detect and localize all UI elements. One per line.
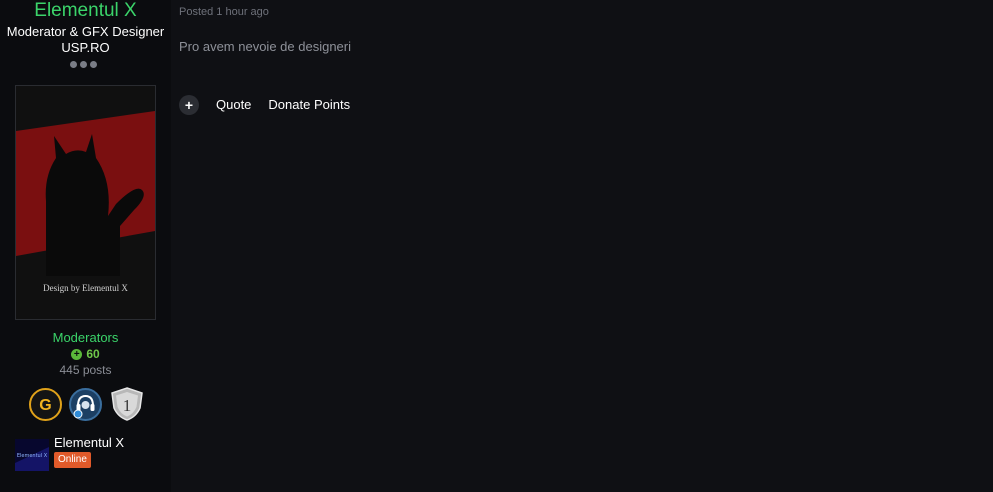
rank-number: 1 — [123, 396, 132, 415]
svg-text:Elementul X: Elementul X — [17, 453, 48, 459]
donate-points-button[interactable]: Donate Points — [268, 95, 350, 115]
quote-button[interactable]: Quote — [216, 95, 251, 115]
multiquote-plus-button[interactable]: + — [179, 95, 199, 115]
plus-circle-icon: + — [71, 349, 83, 360]
post-content: Pro avem nevoie de designeri — [179, 39, 351, 54]
badge-row: G 1 — [29, 386, 145, 422]
author-profile-photo[interactable]: Design by Elementul X — [15, 85, 156, 320]
post-timestamp: Posted 1 hour ago — [179, 6, 269, 18]
svg-text:G: G — [39, 397, 51, 414]
author-title: Moderator & GFX Designer USP.RO — [6, 24, 165, 55]
author-name[interactable]: Elementul X — [0, 0, 171, 23]
user-group: Moderators — [52, 330, 119, 345]
post-count: 445 posts — [59, 363, 112, 377]
user-avatar[interactable]: Elementul X — [15, 439, 49, 471]
reputation-value: 60 — [86, 347, 100, 361]
author-sidebar: Elementul X Moderator & GFX Designer USP… — [0, 0, 171, 492]
rank-1-shield-badge-icon[interactable]: 1 — [109, 386, 145, 422]
online-user-name[interactable]: Elementul X — [54, 435, 124, 451]
online-user[interactable]: Elementul X Elementul X Online — [15, 435, 165, 471]
photo-caption: Design by Elementul X — [43, 283, 128, 293]
reputation: + 60 — [0, 347, 171, 362]
gx-badge-icon[interactable]: G — [29, 387, 62, 421]
more-options-icon[interactable] — [70, 61, 97, 68]
post-actions: + Quote Donate Points — [179, 95, 350, 115]
online-status-badge: Online — [54, 452, 91, 468]
support-headset-badge-icon[interactable] — [69, 387, 102, 421]
